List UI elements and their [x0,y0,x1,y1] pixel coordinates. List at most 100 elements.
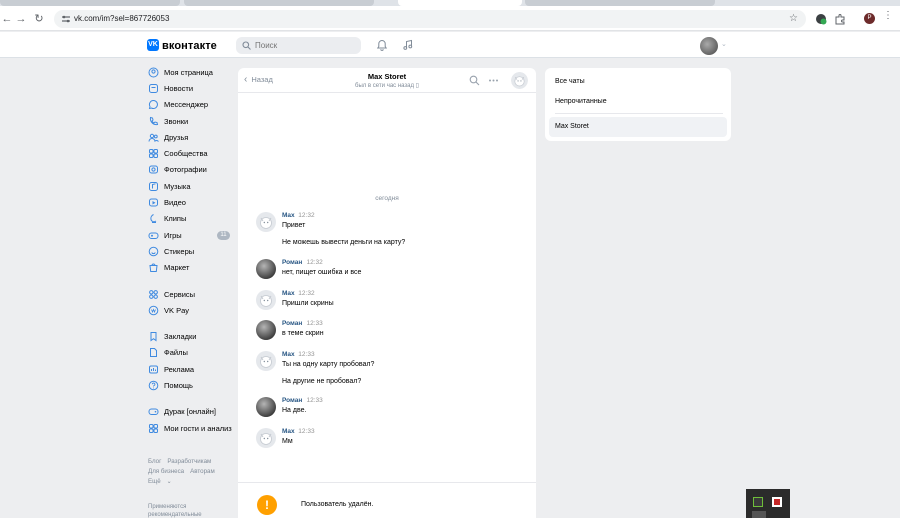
site-settings-icon[interactable] [61,14,71,24]
communities-icon [149,149,158,159]
chat-header: ‹ Назад Max Storet был в сети час назад … [238,68,536,93]
folder-unread[interactable]: Непрочитанные [549,92,727,112]
sidebar-item[interactable]: Сообщества [144,145,236,161]
user-avatar[interactable] [700,37,718,55]
back-arrow-icon[interactable]: ← [0,12,14,26]
message-author[interactable]: Max [282,351,295,358]
sidebar-item-label: Моя страница [164,67,213,77]
more-dots-icon[interactable] [488,75,499,86]
tray-shield-icon[interactable] [772,497,782,507]
message-avatar[interactable] [256,259,276,279]
message-author[interactable]: Max [282,428,295,435]
search-box[interactable] [236,37,361,54]
reload-icon[interactable]: ↻ [32,12,46,26]
clips-icon [150,214,157,224]
sidebar-item-badge: 11 [217,230,230,240]
extensions-puzzle-icon[interactable] [834,13,846,25]
friends-icon [148,133,159,142]
sidebar-item[interactable]: Звонки [144,113,236,129]
sidebar-item-label: Сообщества [164,149,208,159]
sidebar-item[interactable]: Сервисы [144,286,236,302]
chat-panel: ‹ Назад Max Storet был в сети час назад … [238,68,536,518]
message-text: Ты на одну карту пробовал? [282,361,375,368]
sidebar-item[interactable]: Видео [144,194,236,210]
message-avatar[interactable] [256,428,276,448]
sidebar-item-label: Видео [164,198,186,208]
sidebar-item[interactable]: Игры 11 [144,227,236,243]
music-note-icon[interactable] [402,39,414,51]
message-avatar[interactable] [256,351,276,371]
message-author[interactable]: Max [282,290,295,297]
sidebar-item[interactable]: Музыка [144,178,236,194]
chevron-down-icon[interactable]: ⌄ [721,40,727,48]
sidebar-item[interactable]: Мои гости и анализ [144,420,236,436]
message-author[interactable]: Роман [282,320,302,327]
sidebar-item[interactable]: VK Pay [144,302,236,318]
message-author[interactable]: Роман [282,259,302,266]
search-icon[interactable] [469,75,480,86]
sidebar-item-label: Реклама [164,364,195,374]
sidebar-item-label: Мессенджер [164,100,209,110]
message-avatar[interactable] [256,290,276,310]
sidebar-item[interactable]: Мессенджер [144,97,236,113]
footer-link-blog[interactable]: Блог [148,458,161,465]
browser-menu-icon[interactable]: ⋮ [883,11,893,28]
extension-icon[interactable] [815,13,827,25]
sidebar-item[interactable]: Моя страница [144,64,236,80]
sidebar-item-label: Маркет [164,263,190,273]
sidebar-item[interactable]: Стикеры [144,243,236,259]
bookmark-star-icon[interactable]: ☆ [789,13,798,24]
deleted-user-notice: ! Пользователь удалён. [238,482,536,518]
address-bar[interactable]: vk.com/im?sel=867726053 ☆ [54,10,806,28]
chevron-down-icon: ⌄ [166,478,172,485]
forward-arrow-icon[interactable]: → [14,12,28,26]
footer-link-business[interactable]: Для бизнеса [148,468,184,475]
sidebar-item[interactable]: Новости [144,80,236,96]
deleted-user-text: Пользователь удалён. [301,501,374,508]
message-avatar[interactable] [256,397,276,417]
sidebar-item[interactable]: Файлы [144,345,236,361]
mobile-device-icon: ▯ [415,83,419,89]
sidebar-item[interactable]: Реклама [144,361,236,377]
sidebar-item-label: Сервисы [164,289,196,299]
peer-avatar[interactable] [511,72,528,89]
sidebar-item[interactable]: Закладки [144,328,236,344]
search-icon [242,41,251,50]
folder-all-chats[interactable]: Все чаты [549,72,727,92]
search-input[interactable] [255,39,355,52]
warning-icon: ! [257,495,277,515]
gamepad-icon [148,408,159,416]
sidebar-item[interactable]: Дурак [онлайн] [144,404,236,420]
footer-link-developers[interactable]: Разработчикам [167,458,211,465]
browser-profile-avatar[interactable]: P [864,13,875,24]
sidebar-item[interactable]: Клипы [144,211,236,227]
folder-active-chat[interactable]: Max Storet [549,117,727,137]
footer-link-more[interactable]: Ещё [148,478,161,485]
sidebar-item-label: Новости [164,83,194,93]
sidebar-item[interactable]: Помощь [144,377,236,393]
sidebar-item-label: Помощь [164,380,193,390]
phone-icon [149,116,159,125]
message-author[interactable]: Max [282,212,295,219]
notifications-bell-icon[interactable] [376,39,388,51]
message-author[interactable]: Роман [282,397,302,404]
sidebar-item[interactable]: Маркет [144,260,236,276]
peer-status-text: был в сети час назад [355,83,414,89]
stickers-icon [148,246,159,257]
tray-app-icon[interactable] [753,497,763,507]
vk-logo-icon[interactable]: VK [147,39,159,51]
day-separator: сегодня [375,195,399,202]
sidebar-item[interactable]: Фотографии [144,162,236,178]
url-text[interactable]: vk.com/im?sel=867726053 [74,14,169,23]
sidebar-item-label: Мои гости и анализ [164,423,232,433]
vk-brand-name[interactable]: вконтакте [162,40,217,52]
message-text: нет, пищет ошибка и все [282,269,362,276]
footer-link-authors[interactable]: Авторам [190,468,215,475]
message-avatar[interactable] [256,320,276,340]
message-time: 12:33 [298,351,315,358]
sidebar-footer-links: Блог Разработчикам Для бизнеса Авторам Ещё… [148,457,238,487]
message-avatar[interactable] [256,212,276,232]
sidebar-item[interactable]: Друзья [144,129,236,145]
